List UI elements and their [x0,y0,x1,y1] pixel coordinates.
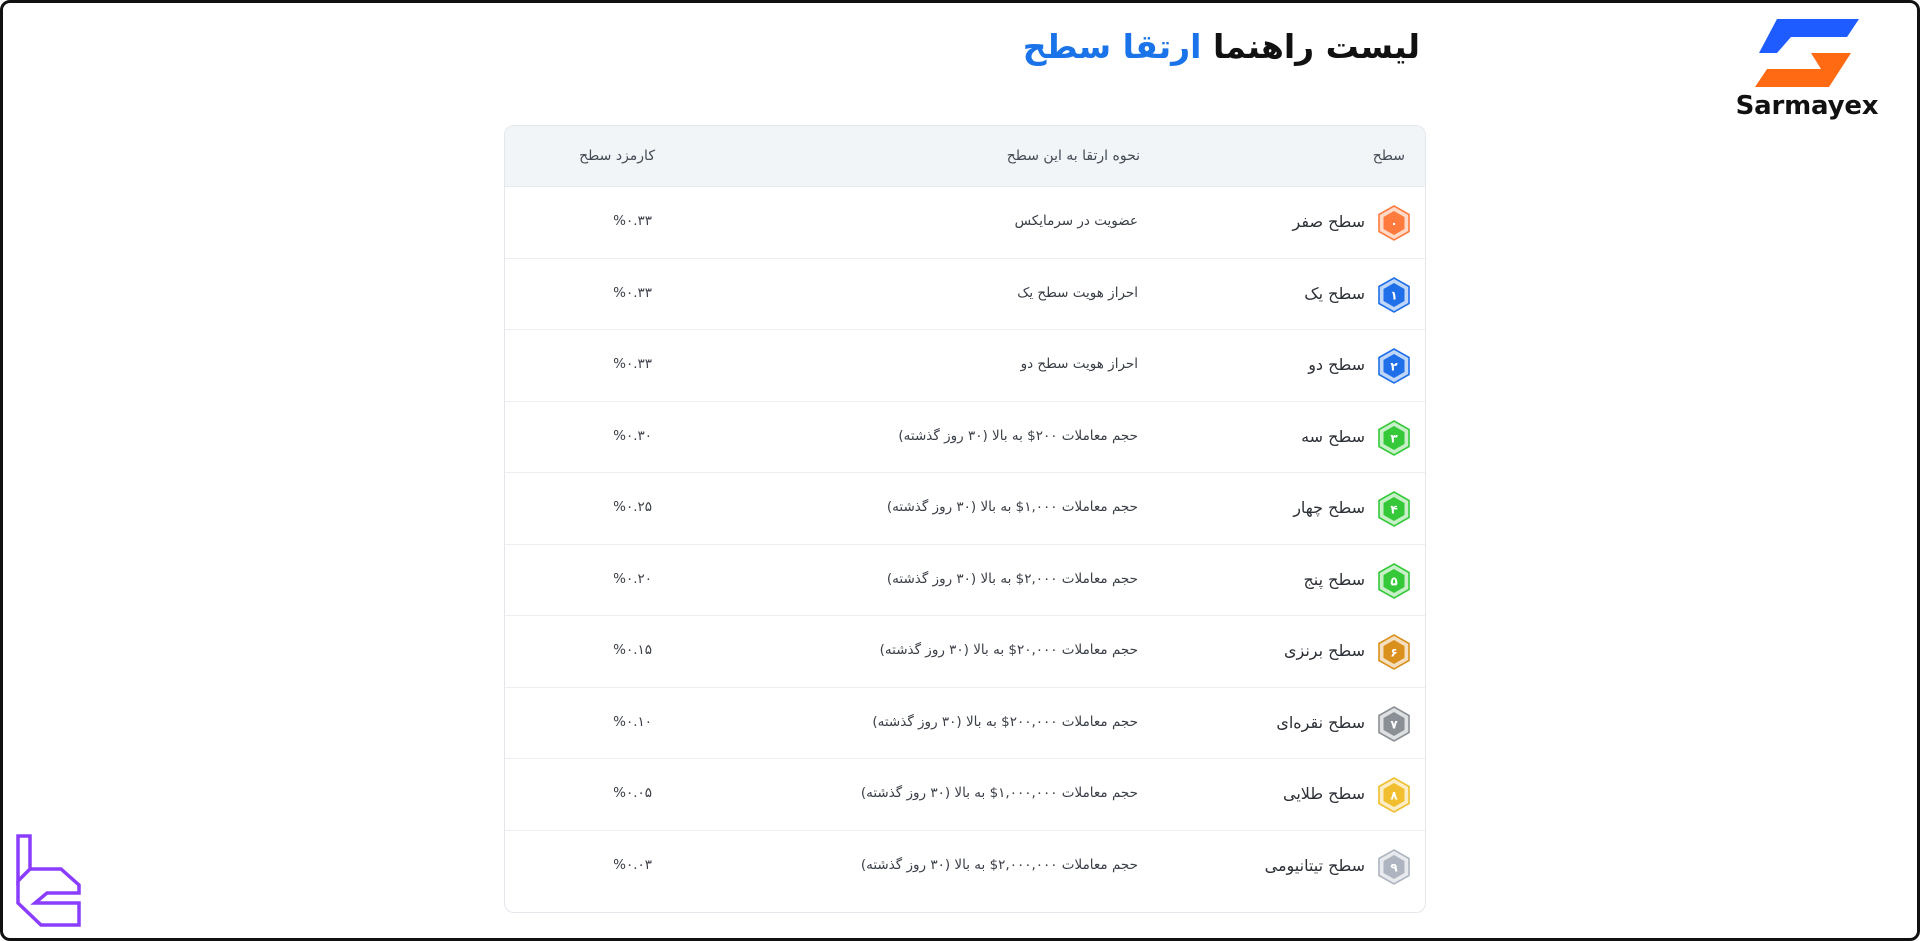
screenshot-frame: Sarmayex لیست راهنما ارتقا سطح سطح نحوه … [0,0,1920,941]
level-badge-number: ۳ [1390,431,1398,445]
table-row: ۶ سطح برنزی حجم معاملات ۲۰,۰۰۰$ به بالا (۳… [505,616,1425,688]
brand-logo[interactable]: Sarmayex [1727,19,1887,129]
page-title-part1: لیست راهنما [1212,27,1420,66]
upgrade-method: حجم معاملات ۲۰۰,۰۰۰$ به بالا (۳۰ روز گذش… [872,713,1138,730]
upgrade-method: حجم معاملات ۲,۰۰۰,۰۰۰$ به بالا (۳۰ روز گ… [860,856,1138,873]
table-row: ۵ سطح پنج حجم معاملات ۲,۰۰۰$ به بالا (۳۰ ر… [505,545,1425,616]
upgrade-method: حجم معاملات ۲۰۰$ به بالا (۳۰ روز گذشته) [898,427,1138,444]
level-name: سطح طلایی [1282,784,1365,803]
upgrade-method: عضویت در سرمایکس [1014,213,1138,229]
watermark-logo-icon [16,834,81,927]
level-badge-number: ۱ [1390,288,1397,302]
upgrade-method: احراز هویت سطح یک [1017,284,1138,301]
page-title: لیست راهنما ارتقا سطح [1023,25,1420,69]
upgrade-method: احراز هویت سطح دو [1020,356,1138,372]
upgrade-method: حجم معاملات ۲,۰۰۰$ به بالا (۳۰ روز گذشته… [886,570,1138,587]
level-table: سطح نحوه ارتقا به این سطح کارمزد سطح ۰ سط… [504,125,1426,913]
level-badge-icon: ۳ [1378,419,1410,456]
page-title-part2: ارتقا سطح [1022,27,1202,66]
level-fee: %۰.۱۵ [613,642,652,658]
level-fee: %۰.۳۳ [613,356,652,372]
table-row: ۱ سطح یک احراز هویت سطح یک %۰.۳۳ [505,259,1425,330]
level-badge-icon: ۱ [1378,276,1410,313]
table-row: ۰ سطح صفر عضویت در سرمایکس %۰.۳۳ [505,187,1425,259]
sarmayex-logo-icon [1755,19,1859,87]
level-badge-icon: ۷ [1378,705,1410,742]
level-fee: %۰.۰۳ [613,856,652,873]
level-badge-number: ۹ [1390,860,1398,874]
level-badge-icon: ۶ [1378,634,1410,670]
table-row: ۲ سطح دو احراز هویت سطح دو %۰.۳۳ [505,330,1425,402]
level-badge-icon: ۲ [1378,348,1410,384]
upgrade-method: حجم معاملات ۱,۰۰۰,۰۰۰$ به بالا (۳۰ روز گ… [860,785,1138,801]
table-header: سطح نحوه ارتقا به این سطح کارمزد سطح [505,126,1425,187]
level-name: سطح صفر [1292,212,1365,231]
level-fee: %۰.۳۳ [613,284,652,301]
level-badge-number: ۶ [1390,646,1397,660]
header-method: نحوه ارتقا به این سطح [1006,148,1140,164]
level-name: سطح دو [1308,355,1365,374]
brand-name: Sarmayex [1735,91,1879,121]
level-badge-number: ۰ [1390,217,1397,231]
level-badge-number: ۷ [1390,717,1398,731]
level-badge-icon: ۴ [1378,491,1410,527]
level-fee: %۰.۲۰ [613,570,652,587]
level-fee: %۰.۲۵ [613,499,652,515]
level-name: سطح سه [1301,426,1365,446]
level-name: سطح برنزی [1283,641,1365,660]
level-name: سطح پنج [1303,569,1365,589]
level-name: سطح تیتانیومی [1264,855,1365,875]
level-badge-number: ۴ [1390,503,1397,517]
level-fee: %۰.۰۵ [613,785,652,801]
header-level: سطح [1372,148,1405,164]
level-name: سطح نقره‌ای [1276,712,1365,732]
upgrade-method: حجم معاملات ۱,۰۰۰$ به بالا (۳۰ روز گذشته… [886,499,1138,515]
level-fee: %۰.۱۰ [613,713,652,730]
level-badge-icon: ۰ [1378,205,1410,241]
table-row: ۳ سطح سه حجم معاملات ۲۰۰$ به بالا (۳۰ روز … [505,402,1425,473]
level-badge-number: ۵ [1390,574,1397,588]
table-body: ۰ سطح صفر عضویت در سرمایکس %۰.۳۳ ۱ سطح یک احرا… [505,187,1425,901]
level-fee: %۰.۳۳ [613,213,652,229]
level-badge-icon: ۹ [1378,848,1410,885]
table-row: ۴ سطح چهار حجم معاملات ۱,۰۰۰$ به بالا (۳۰ … [505,473,1425,545]
level-fee: %۰.۳۰ [613,427,652,444]
header-fee: کارمزد سطح [579,148,655,164]
level-name: سطح چهار [1293,498,1365,517]
level-name: سطح یک [1304,283,1365,303]
table-row: ۹ سطح تیتانیومی حجم معاملات ۲,۰۰۰,۰۰۰$ به … [505,831,1425,902]
level-badge-icon: ۵ [1378,562,1410,599]
table-row: ۸ سطح طلایی حجم معاملات ۱,۰۰۰,۰۰۰$ به بالا… [505,759,1425,831]
level-badge-icon: ۸ [1378,777,1410,813]
upgrade-method: حجم معاملات ۲۰,۰۰۰$ به بالا (۳۰ روز گذشت… [879,642,1138,658]
table-row: ۷ سطح نقره‌ای حجم معاملات ۲۰۰,۰۰۰$ به بالا… [505,688,1425,759]
level-badge-number: ۸ [1390,789,1398,803]
level-badge-number: ۲ [1390,360,1398,374]
